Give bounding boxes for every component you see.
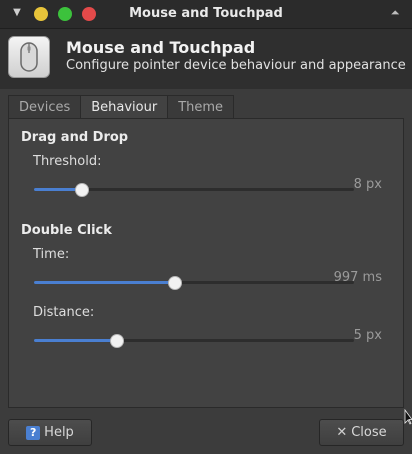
threshold-label: Threshold:	[33, 154, 102, 169]
time-slider[interactable]	[34, 276, 354, 290]
header-title: Mouse and Touchpad	[66, 38, 256, 57]
slider-handle[interactable]	[167, 276, 182, 290]
tab-bar: Devices Behaviour Theme	[8, 95, 235, 119]
slider-handle[interactable]	[110, 334, 125, 348]
close-window-button[interactable]	[82, 7, 96, 21]
minimize-button[interactable]	[34, 7, 48, 21]
distance-slider[interactable]	[34, 334, 354, 348]
header-subtitle: Configure pointer device behaviour and a…	[66, 58, 406, 73]
dialog-header: Mouse and Touchpad Configure pointer dev…	[0, 29, 412, 89]
close-icon: ✕	[336, 425, 348, 440]
window-menu-icon[interactable]: ▼	[10, 6, 24, 20]
distance-value: 5 px	[353, 328, 382, 343]
title-bar: ▼ Mouse and Touchpad ⏶	[0, 0, 412, 29]
time-value: 997 ms	[333, 270, 382, 285]
maximize-button[interactable]	[58, 7, 72, 21]
drag-and-drop-title: Drag and Drop	[21, 130, 129, 145]
time-label: Time:	[33, 247, 70, 262]
slider-handle[interactable]	[75, 183, 89, 197]
mouse-icon	[8, 36, 50, 78]
tab-devices[interactable]: Devices	[8, 95, 82, 118]
double-click-title: Double Click	[21, 223, 112, 238]
threshold-slider[interactable]	[34, 183, 354, 197]
threshold-value: 8 px	[353, 177, 382, 192]
close-button[interactable]: ✕ Close	[319, 419, 404, 446]
help-button-label: Help	[44, 425, 74, 440]
close-button-label: Close	[351, 425, 387, 440]
help-icon: ?	[26, 425, 41, 440]
distance-label: Distance:	[33, 305, 95, 320]
mouse-cursor-icon	[404, 409, 412, 425]
slider-fill	[34, 339, 118, 342]
shade-up-icon[interactable]: ⏶	[388, 6, 402, 20]
tab-behaviour[interactable]: Behaviour	[80, 95, 169, 119]
help-button[interactable]: ? Help	[8, 419, 92, 446]
slider-fill	[34, 281, 175, 284]
tab-theme[interactable]: Theme	[167, 95, 235, 118]
behaviour-panel: Drag and Drop Threshold: 8 px Double Cli…	[8, 118, 404, 408]
